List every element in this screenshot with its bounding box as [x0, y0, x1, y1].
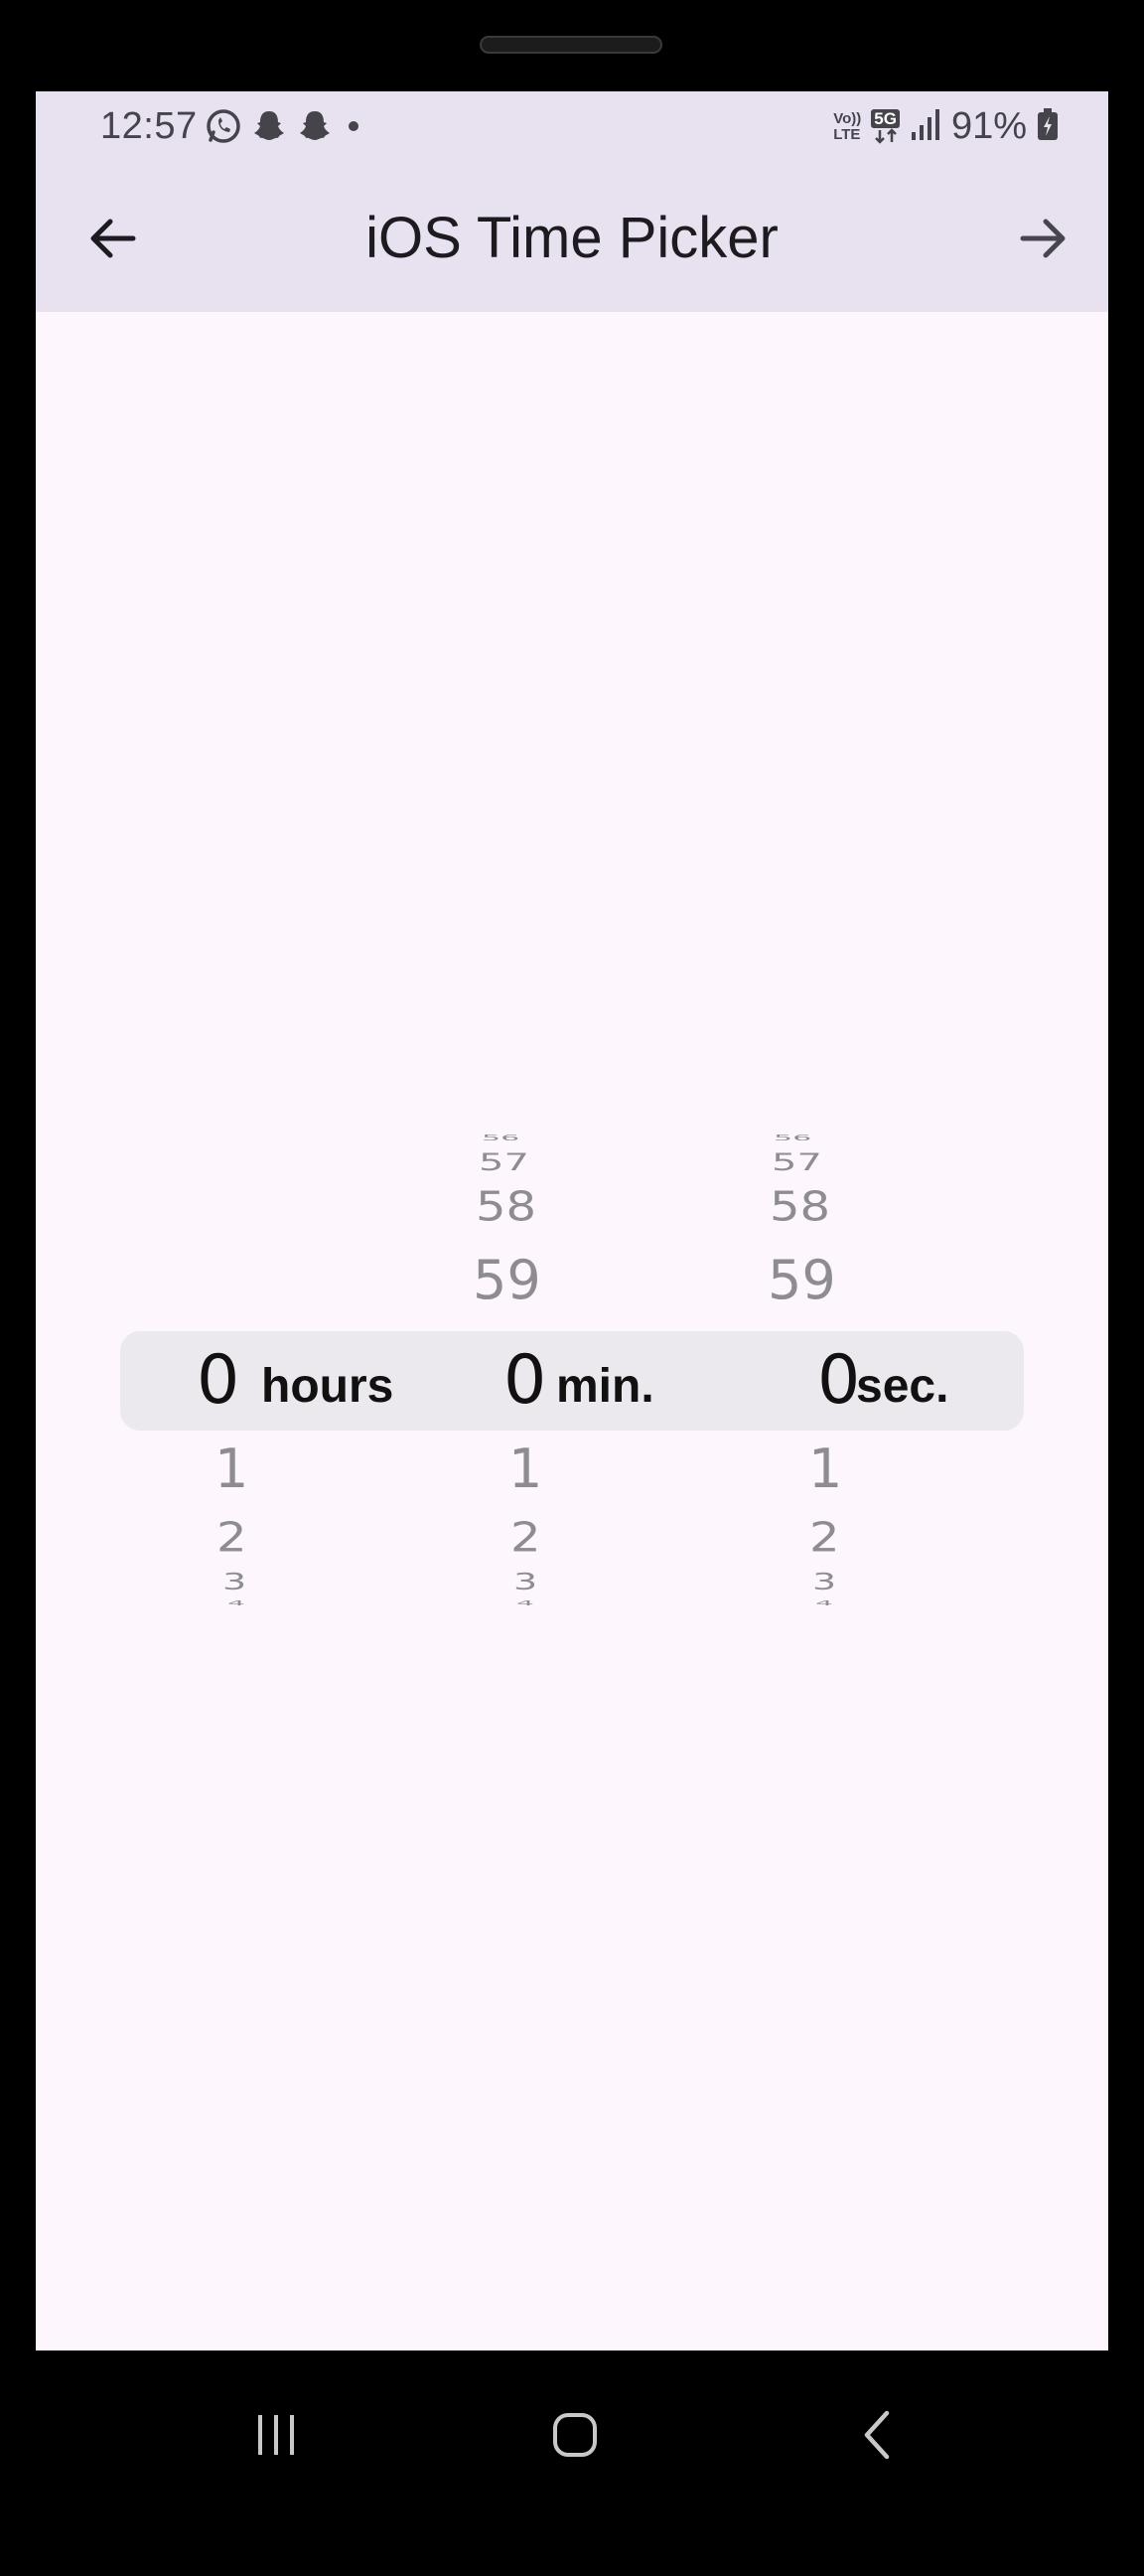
hours-unit-label: hours	[261, 1360, 394, 1413]
home-button[interactable]	[530, 2390, 620, 2480]
recents-icon	[258, 2415, 294, 2455]
minutes-unit-label: min.	[556, 1360, 654, 1413]
hours-value-below-2[interactable]: 2	[216, 1514, 247, 1562]
minutes-value-above-2[interactable]: 58	[476, 1183, 536, 1231]
hours-value-below-4[interactable]: 4	[227, 1598, 245, 1606]
hours-selected-value: 0	[197, 1341, 240, 1420]
time-picker[interactable]: 0 hours 1 2 3 4 56 57 58 59 0 min. 1 2 3…	[36, 91, 1108, 2350]
home-icon	[553, 2413, 597, 2457]
seconds-value-above-2[interactable]: 58	[770, 1183, 830, 1231]
minutes-value-below-4[interactable]: 4	[516, 1598, 534, 1606]
seconds-value-below-3[interactable]: 3	[812, 1569, 836, 1594]
seconds-value-above-4[interactable]: 56	[774, 1134, 811, 1142]
seconds-value-below-1[interactable]: 1	[808, 1438, 842, 1500]
seconds-value-above-3[interactable]: 57	[772, 1148, 822, 1176]
device-frame: 12:57 Vo)) LTE 5G 91% iOS Time Picker 0 …	[0, 0, 1144, 2576]
seconds-selected-value: 0	[817, 1341, 861, 1420]
seconds-value-below-2[interactable]: 2	[809, 1514, 840, 1562]
minutes-selected-value: 0	[503, 1341, 547, 1420]
hours-value-below-3[interactable]: 3	[222, 1569, 246, 1594]
seconds-unit-label: sec.	[856, 1360, 949, 1413]
minutes-value-below-2[interactable]: 2	[510, 1514, 541, 1562]
recents-button[interactable]	[231, 2390, 321, 2480]
screen: 12:57 Vo)) LTE 5G 91% iOS Time Picker 0 …	[36, 91, 1108, 2350]
nav-back-button[interactable]	[834, 2390, 924, 2480]
hours-value-below-1[interactable]: 1	[214, 1438, 248, 1500]
seconds-value-above-1[interactable]: 59	[768, 1249, 836, 1311]
earpiece-speaker	[480, 36, 662, 54]
minutes-value-above-1[interactable]: 59	[473, 1249, 541, 1311]
minutes-value-above-4[interactable]: 56	[482, 1134, 519, 1142]
system-nav-bar	[0, 2350, 1144, 2519]
minutes-value-below-1[interactable]: 1	[508, 1438, 542, 1500]
minutes-value-above-3[interactable]: 57	[479, 1148, 529, 1176]
seconds-value-below-4[interactable]: 4	[815, 1598, 833, 1606]
minutes-value-below-3[interactable]: 3	[513, 1569, 537, 1594]
back-chevron-icon	[864, 2410, 890, 2460]
